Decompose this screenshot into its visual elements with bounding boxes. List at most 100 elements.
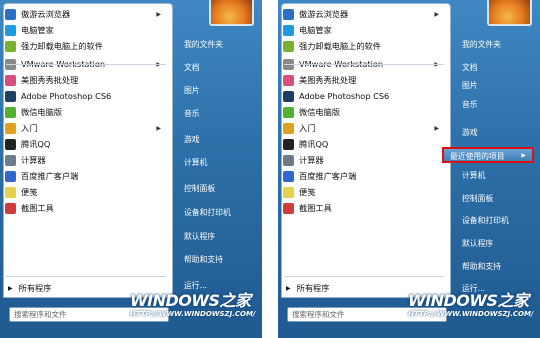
right-link-item[interactable]: 帮助和支持	[462, 261, 501, 272]
right-link-item[interactable]: 设备和打印机	[184, 207, 231, 218]
maxthon-icon	[5, 8, 16, 20]
program-item[interactable]: 腾讯QQ	[283, 136, 443, 152]
program-item[interactable]: 美图秀秀批处理	[5, 72, 165, 88]
right-link-item[interactable]: 计算机	[184, 157, 207, 168]
user-avatar[interactable]	[209, 0, 254, 26]
uninstall-icon	[5, 40, 16, 52]
program-item[interactable]: 强力卸载电脑上的软件	[283, 38, 443, 54]
right-link-item[interactable]: 我的文件夹	[462, 39, 501, 50]
program-item[interactable]: 计算器	[283, 152, 443, 168]
program-label: 电脑管家	[299, 25, 332, 35]
right-link-item[interactable]: 最近使用的项目 ▶	[442, 147, 534, 163]
program-label: 美图秀秀批处理	[21, 75, 79, 85]
program-item[interactable]: 傲游云浏览器 ▶	[283, 6, 443, 22]
right-link-label: 文档	[462, 63, 478, 72]
right-link-item[interactable]: 控制面板	[184, 183, 215, 194]
separator	[284, 64, 444, 65]
program-item[interactable]: 电脑管家	[283, 22, 443, 38]
program-item[interactable]: 入门 ▶	[5, 120, 165, 136]
right-link-item[interactable]: 音乐	[184, 108, 200, 119]
right-link-label: 最近使用的项目	[450, 152, 505, 161]
program-item[interactable]: 入门 ▶	[283, 120, 443, 136]
program-item[interactable]: 便笺	[5, 184, 165, 200]
program-item[interactable]: 微信电脑版	[5, 104, 165, 120]
right-link-item[interactable]: 游戏	[184, 134, 200, 145]
submenu-arrow-icon: ▶	[434, 124, 439, 132]
program-item[interactable]: 百度推广客户端	[5, 168, 165, 184]
program-item[interactable]: 腾讯QQ	[5, 136, 165, 152]
program-label: 便笺	[299, 187, 316, 197]
right-link-item[interactable]: 音乐	[462, 99, 478, 110]
program-item[interactable]: 电脑管家	[5, 22, 165, 38]
all-programs-button[interactable]: ▶ 所有程序	[286, 282, 329, 294]
watermark-url: HTTP://WWW.WINDOWSZJ.COM/	[130, 310, 256, 318]
baidu-icon	[283, 170, 294, 182]
photoshop-icon	[5, 90, 16, 102]
right-link-item[interactable]: 图片	[184, 85, 200, 96]
program-item[interactable]: 截图工具	[283, 200, 443, 216]
right-link-item[interactable]: 我的文件夹	[184, 39, 223, 50]
right-link-item[interactable]: 默认程序	[184, 231, 215, 242]
qq-icon	[5, 138, 16, 150]
program-item[interactable]: 美图秀秀批处理	[283, 72, 443, 88]
program-item[interactable]: 截图工具	[5, 200, 165, 216]
calculator-icon	[5, 154, 16, 166]
separator	[284, 276, 444, 277]
program-item[interactable]: 计算器	[5, 152, 165, 168]
right-link-item[interactable]: 文档	[184, 62, 200, 73]
program-label: 入门	[21, 123, 38, 133]
wechat-icon	[5, 106, 16, 118]
all-programs-button[interactable]: ▶ 所有程序	[8, 282, 51, 294]
right-link-item[interactable]: 设备和打印机	[462, 215, 509, 226]
program-label: 腾讯QQ	[21, 139, 51, 149]
search-placeholder: 搜索程序和文件	[292, 310, 345, 319]
right-link-label: 默认程序	[462, 239, 494, 248]
right-link-label: 我的文件夹	[462, 40, 501, 49]
right-link-item[interactable]: 文档	[462, 62, 478, 73]
sticky-notes-icon	[5, 186, 16, 198]
program-label: Adobe Photoshop CS6	[21, 91, 112, 101]
photoshop-icon	[283, 90, 294, 102]
program-label: 截图工具	[299, 203, 332, 213]
program-item[interactable]: Adobe Photoshop CS6	[283, 88, 443, 104]
watermark-brand: WINDOWS之家	[130, 291, 251, 310]
triangle-right-icon: ▶	[8, 284, 13, 292]
right-link-label: 设备和打印机	[184, 208, 231, 217]
program-label: 入门	[299, 123, 316, 133]
program-label: 电脑管家	[21, 25, 54, 35]
right-link-label: 计算机	[462, 171, 486, 180]
program-label: 傲游云浏览器	[21, 9, 71, 19]
right-link-item[interactable]: 默认程序	[462, 238, 493, 249]
meitu-icon	[283, 74, 294, 86]
uninstall-icon	[283, 40, 294, 52]
program-label: 百度推广客户端	[21, 171, 79, 181]
program-label: 截图工具	[21, 203, 54, 213]
submenu-arrow-icon: ▶	[434, 10, 439, 18]
program-label: 百度推广客户端	[299, 171, 357, 181]
program-item[interactable]: 便笺	[283, 184, 443, 200]
program-item[interactable]: 微信电脑版	[283, 104, 443, 120]
right-link-label: 游戏	[184, 135, 200, 144]
program-label: Adobe Photoshop CS6	[299, 91, 390, 101]
right-link-item[interactable]: 计算机	[462, 170, 485, 181]
program-item[interactable]: Adobe Photoshop CS6	[5, 88, 165, 104]
user-avatar[interactable]	[487, 0, 532, 26]
right-link-item[interactable]: 图片	[462, 80, 478, 91]
right-link-item[interactable]: 控制面板	[462, 193, 493, 204]
separator	[6, 64, 166, 65]
right-link-item[interactable]: 游戏	[462, 127, 478, 138]
program-item[interactable]: 百度推广客户端	[283, 168, 443, 184]
program-item[interactable]: 傲游云浏览器 ▶	[5, 6, 165, 22]
right-link-item[interactable]: 帮助和支持	[184, 254, 223, 265]
watermark-logo: WINDOWS之家 HTTP://WWW.WINDOWSZJ.COM/	[408, 287, 533, 318]
right-link-label: 默认程序	[184, 232, 216, 241]
program-label: 微信电脑版	[299, 107, 340, 117]
wechat-icon	[283, 106, 294, 118]
getting-started-icon	[5, 122, 16, 134]
start-menu-left: 傲游云浏览器▶电脑管家强力卸载电脑上的软件VMware Workstation▶…	[0, 0, 262, 338]
submenu-arrow-icon: ▶	[156, 10, 161, 18]
watermark-url: HTTP://WWW.WINDOWSZJ.COM/	[408, 310, 534, 318]
program-item[interactable]: 强力卸载电脑上的软件	[5, 38, 165, 54]
right-link-label: 我的文件夹	[184, 40, 223, 49]
all-programs-label: 所有程序	[18, 283, 52, 293]
